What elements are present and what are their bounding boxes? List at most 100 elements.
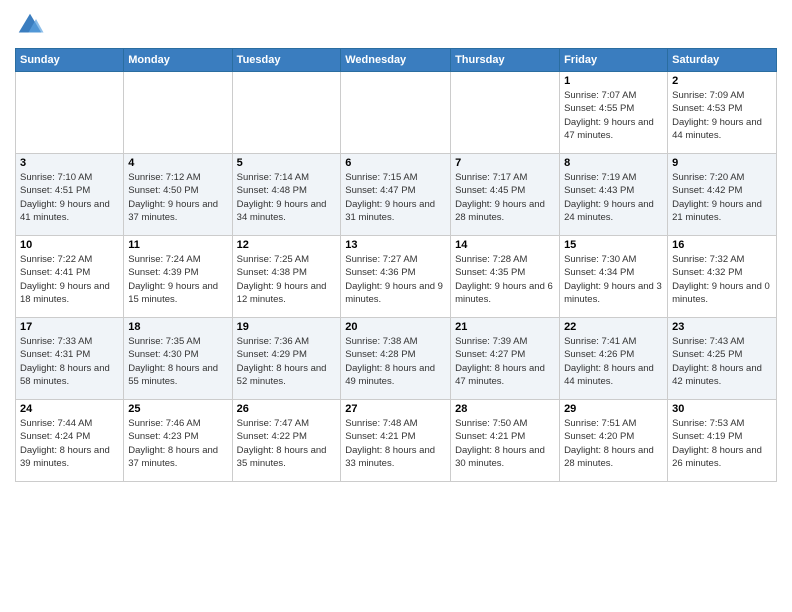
day-number: 27 (345, 403, 446, 415)
calendar-cell: 12 Sunrise: 7:25 AMSunset: 4:38 PMDayligh… (232, 236, 341, 318)
day-info: Sunrise: 7:20 AMSunset: 4:42 PMDaylight:… (672, 171, 772, 224)
weekday-header-thursday: Thursday (451, 49, 560, 72)
day-info: Sunrise: 7:47 AMSunset: 4:22 PMDaylight:… (237, 417, 337, 470)
calendar-cell: 24 Sunrise: 7:44 AMSunset: 4:24 PMDayligh… (16, 400, 124, 482)
calendar-week-3: 10 Sunrise: 7:22 AMSunset: 4:41 PMDayligh… (16, 236, 777, 318)
day-info: Sunrise: 7:15 AMSunset: 4:47 PMDaylight:… (345, 171, 446, 224)
calendar-cell: 17 Sunrise: 7:33 AMSunset: 4:31 PMDayligh… (16, 318, 124, 400)
calendar-cell: 28Sunrise: 7:50 AMSunset: 4:21 PMDayligh… (451, 400, 560, 482)
day-number: 11 (128, 239, 227, 251)
day-number: 2 (672, 75, 772, 87)
day-number: 29 (564, 403, 663, 415)
day-number: 15 (564, 239, 663, 251)
calendar-cell: 10 Sunrise: 7:22 AMSunset: 4:41 PMDayligh… (16, 236, 124, 318)
day-info: Sunrise: 7:53 AMSunset: 4:19 PMDaylight:… (672, 417, 772, 470)
day-number: 7 (455, 157, 555, 169)
day-info: Sunrise: 7:17 AMSunset: 4:45 PMDaylight:… (455, 171, 555, 224)
day-number: 20 (345, 321, 446, 333)
calendar-cell: 9 Sunrise: 7:20 AMSunset: 4:42 PMDaylight… (668, 154, 777, 236)
day-info: Sunrise: 7:09 AMSunset: 4:53 PMDaylight:… (672, 89, 772, 142)
day-info: Sunrise: 7:33 AMSunset: 4:31 PMDaylight:… (20, 335, 119, 388)
calendar-cell: 2 Sunrise: 7:09 AMSunset: 4:53 PMDaylight… (668, 72, 777, 154)
day-number: 18 (128, 321, 227, 333)
day-info: Sunrise: 7:38 AMSunset: 4:28 PMDaylight:… (345, 335, 446, 388)
day-number: 9 (672, 157, 772, 169)
day-number: 10 (20, 239, 119, 251)
day-number: 28 (455, 403, 555, 415)
day-info: Sunrise: 7:35 AMSunset: 4:30 PMDaylight:… (128, 335, 227, 388)
weekday-header-wednesday: Wednesday (341, 49, 451, 72)
day-number: 16 (672, 239, 772, 251)
header (15, 10, 777, 40)
day-number: 4 (128, 157, 227, 169)
calendar-cell: 7 Sunrise: 7:17 AMSunset: 4:45 PMDaylight… (451, 154, 560, 236)
calendar-cell: 18 Sunrise: 7:35 AMSunset: 4:30 PMDayligh… (124, 318, 232, 400)
day-number: 25 (128, 403, 227, 415)
day-info: Sunrise: 7:32 AMSunset: 4:32 PMDaylight:… (672, 253, 772, 306)
day-number: 24 (20, 403, 119, 415)
day-info: Sunrise: 7:27 AMSunset: 4:36 PMDaylight:… (345, 253, 446, 306)
calendar-cell (16, 72, 124, 154)
day-info: Sunrise: 7:28 AMSunset: 4:35 PMDaylight:… (455, 253, 555, 306)
day-number: 22 (564, 321, 663, 333)
weekday-header-sunday: Sunday (16, 49, 124, 72)
day-number: 5 (237, 157, 337, 169)
day-number: 3 (20, 157, 119, 169)
calendar-cell: 23 Sunrise: 7:43 AMSunset: 4:25 PMDayligh… (668, 318, 777, 400)
day-info: Sunrise: 7:46 AMSunset: 4:23 PMDaylight:… (128, 417, 227, 470)
calendar-cell (124, 72, 232, 154)
calendar-cell: 13Sunrise: 7:27 AMSunset: 4:36 PMDayligh… (341, 236, 451, 318)
day-number: 8 (564, 157, 663, 169)
calendar-body: 1Sunrise: 7:07 AMSunset: 4:55 PMDaylight… (16, 72, 777, 482)
day-info: Sunrise: 7:25 AMSunset: 4:38 PMDaylight:… (237, 253, 337, 306)
calendar-cell: 3 Sunrise: 7:10 AMSunset: 4:51 PMDaylight… (16, 154, 124, 236)
day-info: Sunrise: 7:12 AMSunset: 4:50 PMDaylight:… (128, 171, 227, 224)
logo-icon (15, 10, 45, 40)
calendar-cell: 27 Sunrise: 7:48 AMSunset: 4:21 PMDayligh… (341, 400, 451, 482)
day-number: 26 (237, 403, 337, 415)
day-number: 12 (237, 239, 337, 251)
calendar-cell (232, 72, 341, 154)
calendar-cell: 16 Sunrise: 7:32 AMSunset: 4:32 PMDayligh… (668, 236, 777, 318)
day-info: Sunrise: 7:36 AMSunset: 4:29 PMDaylight:… (237, 335, 337, 388)
calendar-cell: 15 Sunrise: 7:30 AMSunset: 4:34 PMDayligh… (560, 236, 668, 318)
calendar-cell: 8 Sunrise: 7:19 AMSunset: 4:43 PMDaylight… (560, 154, 668, 236)
weekday-header-friday: Friday (560, 49, 668, 72)
day-info: Sunrise: 7:48 AMSunset: 4:21 PMDaylight:… (345, 417, 446, 470)
calendar-cell: 19 Sunrise: 7:36 AMSunset: 4:29 PMDayligh… (232, 318, 341, 400)
day-number: 17 (20, 321, 119, 333)
calendar-cell: 29 Sunrise: 7:51 AMSunset: 4:20 PMDayligh… (560, 400, 668, 482)
day-info: Sunrise: 7:43 AMSunset: 4:25 PMDaylight:… (672, 335, 772, 388)
day-info: Sunrise: 7:30 AMSunset: 4:34 PMDaylight:… (564, 253, 663, 306)
day-number: 21 (455, 321, 555, 333)
weekday-header-tuesday: Tuesday (232, 49, 341, 72)
calendar-cell: 25 Sunrise: 7:46 AMSunset: 4:23 PMDayligh… (124, 400, 232, 482)
day-info: Sunrise: 7:24 AMSunset: 4:39 PMDaylight:… (128, 253, 227, 306)
calendar-cell: 6 Sunrise: 7:15 AMSunset: 4:47 PMDaylight… (341, 154, 451, 236)
day-number: 30 (672, 403, 772, 415)
calendar-cell: 20 Sunrise: 7:38 AMSunset: 4:28 PMDayligh… (341, 318, 451, 400)
calendar-table: SundayMondayTuesdayWednesdayThursdayFrid… (15, 48, 777, 482)
day-number: 19 (237, 321, 337, 333)
day-info: Sunrise: 7:14 AMSunset: 4:48 PMDaylight:… (237, 171, 337, 224)
day-number: 1 (564, 75, 663, 87)
day-info: Sunrise: 7:10 AMSunset: 4:51 PMDaylight:… (20, 171, 119, 224)
day-info: Sunrise: 7:22 AMSunset: 4:41 PMDaylight:… (20, 253, 119, 306)
calendar-cell: 4 Sunrise: 7:12 AMSunset: 4:50 PMDaylight… (124, 154, 232, 236)
day-info: Sunrise: 7:19 AMSunset: 4:43 PMDaylight:… (564, 171, 663, 224)
day-info: Sunrise: 7:51 AMSunset: 4:20 PMDaylight:… (564, 417, 663, 470)
day-info: Sunrise: 7:41 AMSunset: 4:26 PMDaylight:… (564, 335, 663, 388)
calendar-cell: 1Sunrise: 7:07 AMSunset: 4:55 PMDaylight… (560, 72, 668, 154)
calendar-cell: 30 Sunrise: 7:53 AMSunset: 4:19 PMDayligh… (668, 400, 777, 482)
calendar-cell: 21 Sunrise: 7:39 AMSunset: 4:27 PMDayligh… (451, 318, 560, 400)
day-number: 23 (672, 321, 772, 333)
day-info: Sunrise: 7:39 AMSunset: 4:27 PMDaylight:… (455, 335, 555, 388)
day-info: Sunrise: 7:44 AMSunset: 4:24 PMDaylight:… (20, 417, 119, 470)
day-number: 14 (455, 239, 555, 251)
page: SundayMondayTuesdayWednesdayThursdayFrid… (0, 0, 792, 612)
calendar-week-4: 17 Sunrise: 7:33 AMSunset: 4:31 PMDayligh… (16, 318, 777, 400)
calendar-cell: 5 Sunrise: 7:14 AMSunset: 4:48 PMDaylight… (232, 154, 341, 236)
calendar-cell: 22 Sunrise: 7:41 AMSunset: 4:26 PMDayligh… (560, 318, 668, 400)
day-number: 6 (345, 157, 446, 169)
calendar-cell: 14 Sunrise: 7:28 AMSunset: 4:35 PMDayligh… (451, 236, 560, 318)
